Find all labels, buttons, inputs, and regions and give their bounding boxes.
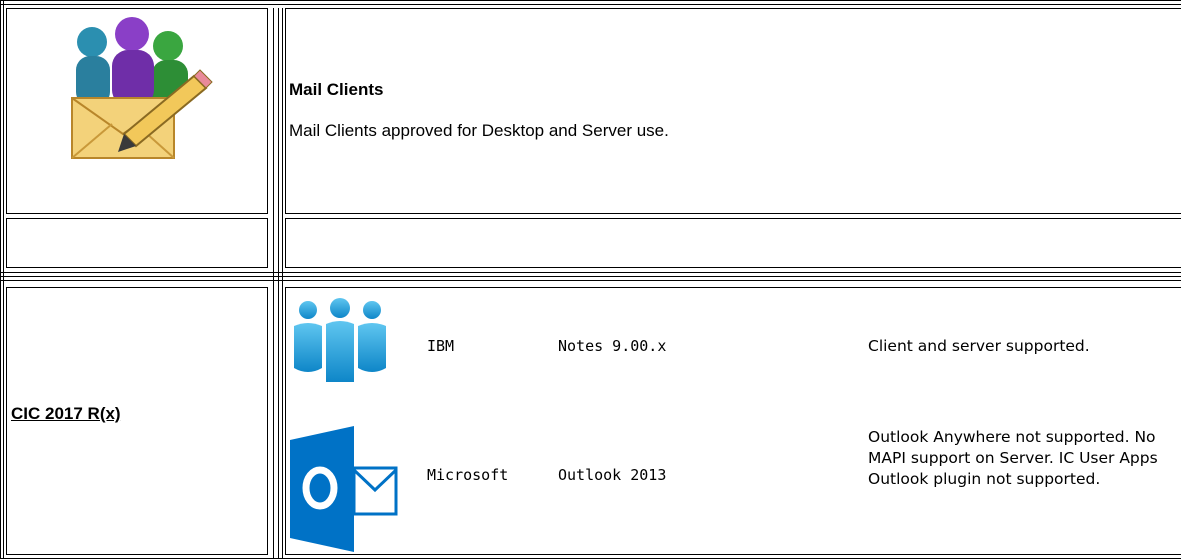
outlook-icon xyxy=(290,426,398,552)
empty-cell-right xyxy=(285,218,1181,268)
ibm-notes-icon xyxy=(294,298,386,382)
client-vendor: Microsoft xyxy=(427,466,509,484)
page-description: Mail Clients approved for Desktop and Se… xyxy=(289,121,669,140)
version-link[interactable]: CIC 2017 R(x) xyxy=(11,404,121,424)
page-title: Mail Clients xyxy=(289,80,384,99)
clients-cell xyxy=(285,287,1181,555)
client-vendor: IBM xyxy=(427,337,455,355)
header-text-cell xyxy=(285,8,1181,214)
client-notes: Outlook Anywhere not supported. No MAPI … xyxy=(868,428,1158,488)
client-notes: Client and server supported. xyxy=(868,337,1090,355)
mail-users-icon xyxy=(71,17,213,159)
client-product: Outlook 2013 xyxy=(558,466,667,484)
client-product: Notes 9.00.x xyxy=(558,337,667,355)
empty-cell-left xyxy=(6,218,268,268)
